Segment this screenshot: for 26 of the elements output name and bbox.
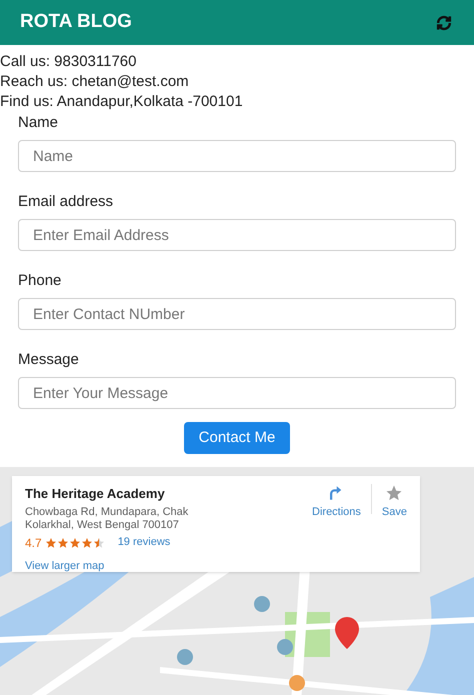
field-label: Phone xyxy=(18,271,62,291)
input-field[interactable]: Enter Email Address xyxy=(18,219,456,251)
contact-line: Call us: 9830311760 xyxy=(0,52,138,72)
field-label: Email address xyxy=(18,192,114,212)
star-icon xyxy=(80,536,93,548)
app-title: ROTA BLOG xyxy=(20,10,132,34)
field-label: Name xyxy=(18,113,60,133)
star-icon xyxy=(384,484,404,502)
star-icon xyxy=(92,536,105,548)
field-label: Message xyxy=(18,350,80,370)
contact-line: Find us: Anandapur,Kolkata -700101 xyxy=(0,92,244,112)
input-field[interactable]: Name xyxy=(18,140,456,172)
star-icon xyxy=(56,536,69,548)
place-title: The Heritage Academy xyxy=(25,485,166,503)
contact-button[interactable]: Contact Me xyxy=(184,422,290,454)
place-address: Chowbaga Rd, Mundapara, Chak Kolarkhal, West Bengal 700107 xyxy=(25,506,190,532)
reviews-link[interactable]: 19 reviews xyxy=(118,534,170,551)
contact-line: Reach us: chetan@test.com xyxy=(0,72,190,92)
save-button[interactable]: Save xyxy=(382,484,407,520)
input-field[interactable]: Enter Your Message xyxy=(18,377,456,409)
star-icon xyxy=(44,536,57,548)
rating-value: 4.7 xyxy=(25,534,42,552)
directions-button[interactable]: Directions xyxy=(312,484,361,520)
larger-map-link[interactable]: View larger map xyxy=(25,558,312,574)
star-icon xyxy=(68,536,81,548)
input-field[interactable]: Enter Contact NUmber xyxy=(18,298,456,330)
